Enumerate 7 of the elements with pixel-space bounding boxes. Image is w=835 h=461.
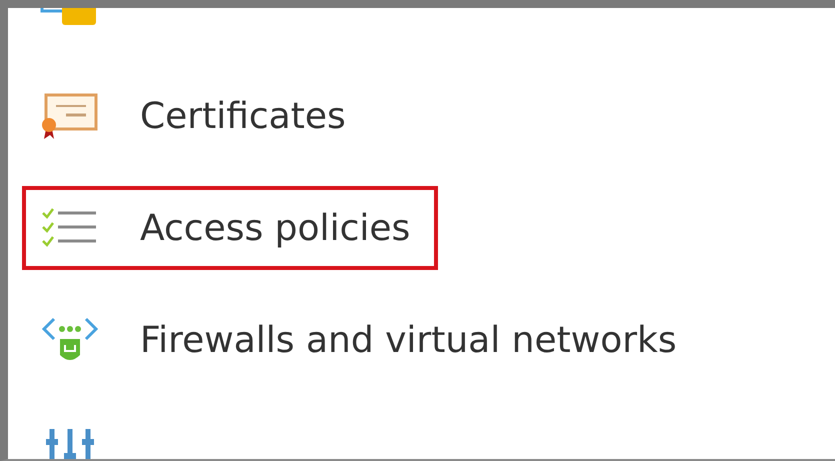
menu-item-label: Firewalls and virtual networks <box>140 320 677 360</box>
menu-item[interactable]: Certificates <box>22 74 374 158</box>
menu-item[interactable]: Access policies <box>22 186 438 270</box>
menu-item[interactable]: Firewalls and virtual networks <box>22 298 705 382</box>
menu-item-label: Certificates <box>140 96 346 136</box>
menu-item-label: Access policies <box>140 208 410 248</box>
certificate-icon <box>40 91 100 141</box>
